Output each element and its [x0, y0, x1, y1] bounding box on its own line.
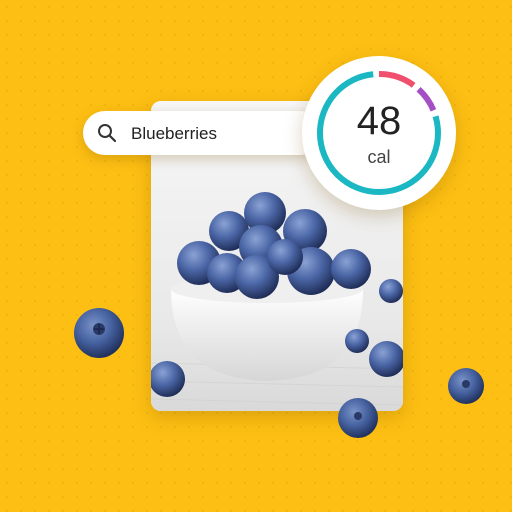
- calorie-value: 48: [356, 99, 402, 143]
- search-query-text: Blueberries: [131, 124, 217, 143]
- loose-blueberry: [338, 398, 378, 438]
- calorie-badge: 48 cal: [302, 56, 456, 210]
- search-icon: [98, 124, 117, 143]
- loose-blueberry: [448, 368, 484, 404]
- food-search-bar[interactable]: Blueberries: [83, 111, 323, 155]
- calorie-unit: cal: [367, 147, 391, 167]
- loose-blueberry: [74, 308, 124, 358]
